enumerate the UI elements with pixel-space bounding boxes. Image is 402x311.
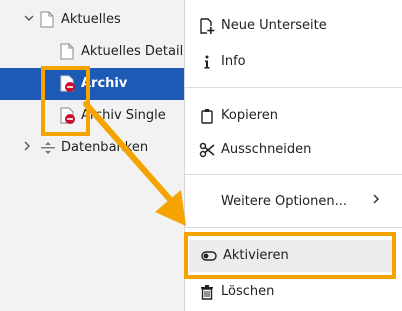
tree-item-archiv-single[interactable]: Archiv Single <box>0 100 184 132</box>
chevron-down-icon[interactable] <box>22 13 36 27</box>
menu-item-label: Weitere Optionen... <box>221 194 348 209</box>
tree-item-aktuelles[interactable]: Aktuelles <box>0 4 184 36</box>
tree-item-label: Aktuelles <box>61 12 121 27</box>
info-icon <box>199 54 215 70</box>
page-icon <box>60 43 74 64</box>
trash-icon <box>199 284 215 300</box>
menu-item-delete[interactable]: Löschen <box>185 276 402 308</box>
separator-icon <box>40 141 56 159</box>
menu-divider <box>185 87 402 88</box>
menu-item-label: Löschen <box>221 284 275 299</box>
menu-item-more-options[interactable]: Weitere Optionen... <box>185 186 402 218</box>
chevron-right-icon[interactable] <box>20 141 34 155</box>
tree-item-label: Archiv Single <box>81 108 166 123</box>
annotation-highlight-icons <box>41 66 90 136</box>
menu-item-label: Kopieren <box>221 108 278 123</box>
menu-item-label: Ausschneiden <box>221 142 312 157</box>
tree-item-datenbanken[interactable]: Datenbanken <box>0 132 184 164</box>
menu-item-cut[interactable]: Ausschneiden <box>185 134 402 166</box>
annotation-highlight-activate <box>184 232 396 279</box>
page-tree: Aktuelles Aktuelles Detail Archiv Archiv… <box>0 0 184 311</box>
chevron-right-icon <box>371 193 381 209</box>
new-page-icon <box>199 18 215 34</box>
tree-item-label: Datenbanken <box>61 140 149 155</box>
tree-item-aktuelles-detail[interactable]: Aktuelles Detail <box>0 36 184 68</box>
menu-divider <box>185 174 402 175</box>
menu-divider <box>185 227 402 228</box>
page-icon <box>40 11 54 32</box>
menu-item-label: Neue Unterseite <box>221 18 327 33</box>
copy-icon <box>199 108 215 124</box>
menu-item-copy[interactable]: Kopieren <box>185 100 402 132</box>
scissors-icon <box>199 142 215 158</box>
tree-item-label: Aktuelles Detail <box>81 44 184 59</box>
menu-item-label: Info <box>221 54 246 69</box>
tree-item-archiv[interactable]: Archiv <box>0 68 184 100</box>
menu-item-new-subpage[interactable]: Neue Unterseite <box>185 10 402 42</box>
menu-item-info[interactable]: Info <box>185 46 402 78</box>
